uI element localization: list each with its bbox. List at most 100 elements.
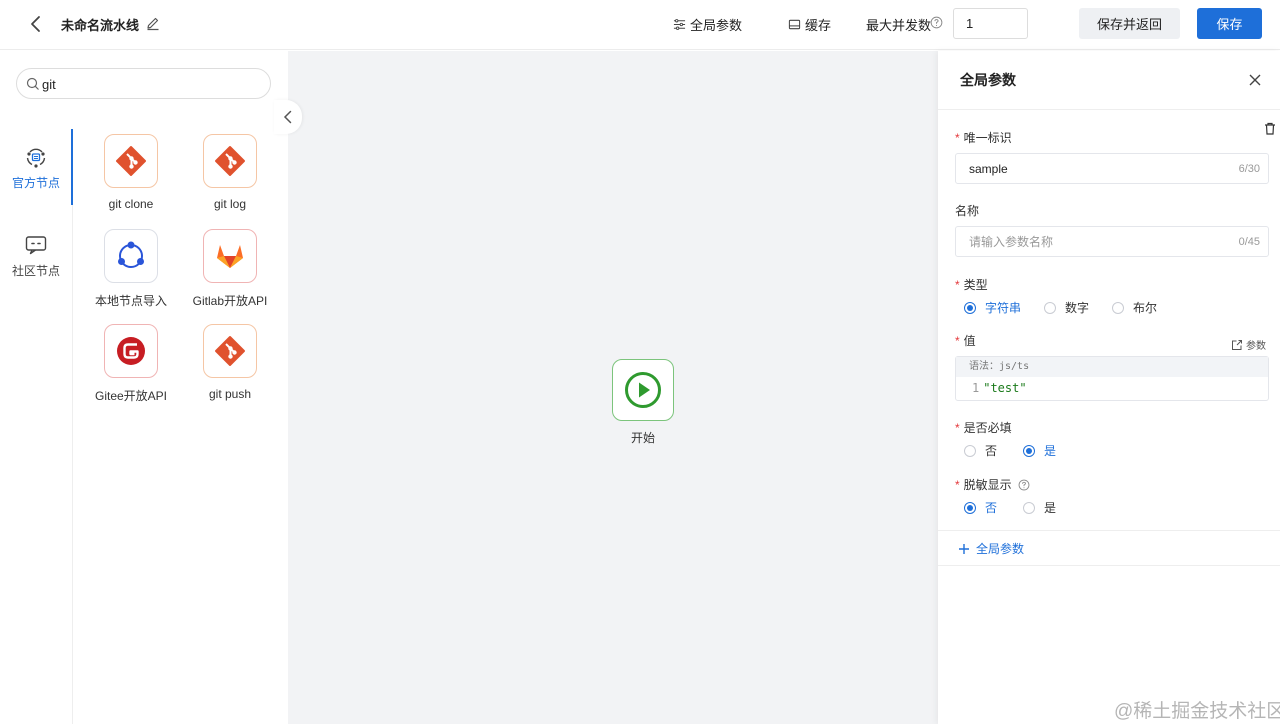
required-label-text: 是否必填: [963, 421, 1012, 435]
radio-dot: [1044, 301, 1057, 314]
node-git-clone[interactable]: git clone: [81, 134, 181, 211]
node-label: git log: [213, 197, 247, 211]
global-params-link[interactable]: 全局参数: [673, 15, 742, 34]
help-icon[interactable]: [930, 16, 943, 29]
global-params-drawer: 全局参数 * 唯一标识 6/30 名称 0/45 * 类型 字符串 数字 布尔: [938, 51, 1280, 724]
ref-input[interactable]: [969, 161, 1219, 177]
name-label-text: 名称: [955, 204, 980, 218]
value-label-text: 值: [963, 334, 976, 348]
insert-param-link[interactable]: 参数: [1231, 337, 1266, 352]
plus-icon: [959, 543, 969, 554]
save-and-return-button[interactable]: 保存并返回: [1079, 8, 1180, 39]
drawer-title: 全局参数: [960, 72, 1016, 88]
category-official-label: 官方节点: [11, 176, 60, 190]
pipeline-canvas[interactable]: 开始: [288, 51, 938, 724]
ref-field[interactable]: 6/30: [955, 153, 1269, 184]
cache-link[interactable]: 缓存: [788, 15, 831, 34]
git-icon: [116, 146, 146, 176]
masked-option-yes[interactable]: 是: [1023, 499, 1056, 516]
chevron-left-icon: [283, 110, 292, 124]
masked-option-no[interactable]: 否: [964, 499, 997, 516]
sliders-icon: [673, 19, 686, 30]
drawer-header-divider: [938, 109, 1280, 110]
watermark: @稀土掘金技术社区: [1114, 701, 1280, 722]
category-community-label: 社区节点: [11, 264, 60, 278]
masked-label-text: 脱敏显示: [963, 478, 1012, 492]
cache-icon: [788, 19, 801, 30]
start-node[interactable]: 开始: [612, 359, 674, 446]
pipeline-name: 未命名流水线: [61, 18, 140, 33]
add-param-label: 全局参数: [976, 542, 1025, 556]
max-concurrency-label: 最大并发数: [866, 18, 932, 33]
node-gitee-api[interactable]: Gitee开放API: [81, 324, 181, 404]
category-official[interactable]: 官方节点: [0, 129, 73, 205]
value-code-editor[interactable]: 语法：js/ts 1 "test": [955, 356, 1269, 401]
type-field-label: * 类型: [955, 276, 988, 293]
node-label: git push: [208, 387, 252, 401]
required-mark: *: [955, 130, 960, 145]
name-field-label: 名称: [955, 202, 979, 219]
gitlab-icon: [217, 245, 243, 268]
radio-dot: [964, 444, 976, 457]
code-line: 1 "test": [972, 381, 1027, 395]
radio-dot: [1112, 301, 1125, 314]
required-option-no[interactable]: 否: [964, 442, 997, 459]
name-input[interactable]: [969, 234, 1219, 250]
radio-dot: [964, 301, 976, 314]
radio-label: 是: [1044, 444, 1057, 458]
add-global-param-button[interactable]: 全局参数: [958, 540, 1024, 557]
close-icon[interactable]: [1248, 73, 1262, 87]
radio-label: 布尔: [1133, 301, 1158, 315]
value-field-label: * 值: [955, 332, 976, 349]
type-radio-group: 字符串 数字 布尔: [964, 299, 1157, 316]
required-option-yes[interactable]: 是: [1023, 442, 1056, 459]
type-option-number[interactable]: 数字: [1044, 299, 1089, 316]
back-arrow-icon[interactable]: [26, 14, 46, 34]
node-local-import[interactable]: 本地节点导入: [81, 229, 181, 309]
ref-field-label: * 唯一标识: [955, 129, 1012, 146]
node-git-push[interactable]: git push: [180, 324, 280, 401]
search-input[interactable]: [42, 75, 262, 93]
node-tile: [104, 229, 158, 283]
node-label: 本地节点导入: [94, 294, 167, 308]
node-search[interactable]: [16, 68, 271, 99]
edit-icon[interactable]: [145, 15, 161, 31]
node-library-panel: 官方节点 社区节点 git clone git log 本地节点导入: [0, 51, 288, 724]
radio-label: 字符串: [985, 301, 1022, 315]
type-option-boolean[interactable]: 布尔: [1112, 299, 1157, 316]
masked-radio-group: 否 是: [964, 499, 1056, 516]
node-tile: [104, 134, 158, 188]
required-mark: *: [955, 420, 960, 435]
name-field[interactable]: 0/45: [955, 226, 1269, 257]
node-gitlab-api[interactable]: Gitlab开放API: [180, 229, 280, 309]
cache-label: 缓存: [805, 18, 832, 33]
node-tile: [203, 134, 257, 188]
ref-counter: 6/30: [1238, 163, 1260, 175]
start-node-label: 开始: [630, 431, 655, 445]
radio-label: 否: [985, 444, 998, 458]
trash-icon[interactable]: [1264, 122, 1276, 135]
max-concurrency-input[interactable]: [953, 8, 1028, 39]
node-git-log[interactable]: git log: [180, 134, 280, 211]
ref-label-text: 唯一标识: [963, 131, 1012, 145]
play-icon: [625, 372, 661, 408]
category-community[interactable]: 社区节点: [0, 217, 72, 293]
radio-dot: [1023, 444, 1036, 457]
official-node-icon: [26, 148, 46, 168]
radio-label: 是: [1044, 501, 1057, 515]
insert-param-label: 参数: [1246, 341, 1266, 352]
help-icon[interactable]: [1018, 479, 1030, 491]
category-list: 官方节点 社区节点: [0, 129, 73, 724]
start-node-tile: [612, 359, 674, 421]
node-tile: [203, 229, 257, 283]
share-nodes-icon: [118, 241, 144, 268]
drawer-divider: [938, 565, 1280, 566]
masked-field-label: * 脱敏显示: [955, 476, 1030, 493]
radio-label: 否: [985, 501, 998, 515]
name-counter: 0/45: [1238, 236, 1260, 248]
required-field-label: * 是否必填: [955, 419, 1012, 436]
type-option-string[interactable]: 字符串: [964, 299, 1021, 316]
required-mark: *: [955, 477, 960, 492]
code-text: "test": [983, 381, 1027, 395]
save-button[interactable]: 保存: [1197, 8, 1262, 39]
